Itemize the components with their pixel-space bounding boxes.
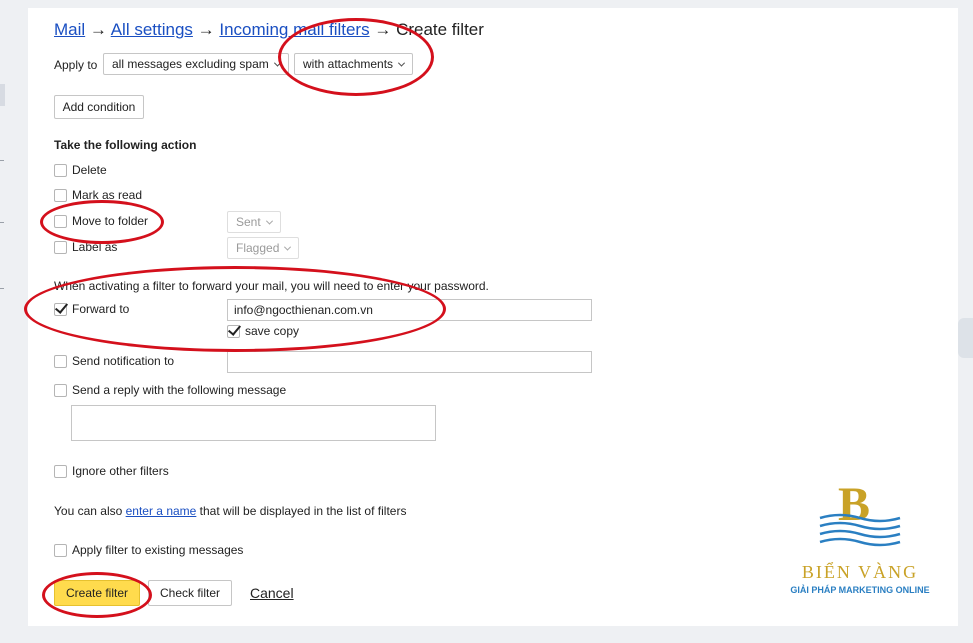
send-notification-option[interactable]: Send notification to bbox=[54, 354, 174, 368]
send-notification-checkbox[interactable] bbox=[54, 354, 67, 368]
move-folder-option[interactable]: Move to folder bbox=[54, 214, 148, 228]
sidebar-divider bbox=[0, 288, 4, 289]
send-reply-label: Send a reply with the following message bbox=[72, 383, 287, 397]
filter-name-note-prefix: You can also bbox=[54, 504, 126, 518]
sidebar-divider bbox=[0, 160, 4, 161]
label-value: Flagged bbox=[236, 241, 280, 255]
attachments-value: with attachments bbox=[303, 57, 394, 71]
filter-name-note-suffix: that will be displayed in the list of fi… bbox=[196, 504, 407, 518]
page-title: Create filter bbox=[396, 20, 484, 39]
logo-tagline: GIẢI PHÁP MARKETING ONLINE bbox=[790, 585, 930, 595]
ignore-other-checkbox[interactable] bbox=[54, 464, 67, 478]
mark-read-checkbox[interactable] bbox=[54, 188, 67, 202]
apply-existing-label: Apply filter to existing messages bbox=[72, 543, 244, 557]
label-as-checkbox[interactable] bbox=[54, 240, 67, 254]
breadcrumb-arrow: → bbox=[374, 20, 392, 39]
forward-to-checkbox[interactable] bbox=[54, 302, 67, 316]
sidebar-selected-marker bbox=[0, 84, 5, 106]
folder-select[interactable]: Sent bbox=[227, 211, 281, 233]
side-panel-toggle[interactable] bbox=[958, 318, 973, 358]
breadcrumb-incoming-filters-link[interactable]: Incoming mail filters bbox=[219, 20, 369, 39]
waves-logo-icon: B bbox=[819, 478, 901, 547]
send-notification-label: Send notification to bbox=[72, 354, 175, 368]
enter-name-link[interactable]: enter a name bbox=[126, 504, 197, 518]
logo-name: BIỂN VÀNG bbox=[801, 562, 919, 582]
chevron-down-icon bbox=[265, 217, 273, 225]
reply-message-textarea[interactable] bbox=[71, 405, 436, 441]
notification-email-input[interactable] bbox=[227, 351, 592, 373]
breadcrumb: Mail → All settings → Incoming mail filt… bbox=[54, 20, 484, 40]
add-condition-button[interactable]: Add condition bbox=[54, 95, 144, 119]
label-as-option[interactable]: Label as bbox=[54, 240, 117, 254]
filter-name-note: You can also enter a name that will be d… bbox=[54, 504, 406, 518]
save-copy-label: save copy bbox=[245, 324, 300, 338]
delete-checkbox[interactable] bbox=[54, 163, 67, 177]
apply-scope-select[interactable]: all messages excluding spam bbox=[103, 53, 289, 75]
bien-vang-logo: B BIỂN VÀNG GIẢI PHÁP MARKETING ONLINE bbox=[780, 478, 940, 598]
label-select[interactable]: Flagged bbox=[227, 237, 300, 259]
apply-scope-value: all messages excluding spam bbox=[112, 57, 269, 71]
apply-existing-checkbox[interactable] bbox=[54, 543, 67, 557]
chevron-down-icon bbox=[284, 243, 292, 251]
move-folder-checkbox[interactable] bbox=[54, 214, 67, 228]
breadcrumb-arrow: → bbox=[197, 20, 215, 39]
forward-password-note: When activating a filter to forward your… bbox=[54, 279, 489, 293]
cancel-link[interactable]: Cancel bbox=[250, 585, 294, 601]
chevron-down-icon bbox=[398, 59, 406, 67]
mark-read-label: Mark as read bbox=[72, 188, 143, 202]
save-copy-option[interactable]: save copy bbox=[227, 324, 299, 338]
folder-value: Sent bbox=[236, 215, 261, 229]
delete-option[interactable]: Delete bbox=[54, 163, 107, 177]
ignore-other-label: Ignore other filters bbox=[72, 464, 169, 478]
send-reply-option[interactable]: Send a reply with the following message bbox=[54, 383, 286, 397]
actions-heading: Take the following action bbox=[54, 138, 197, 152]
create-filter-button[interactable]: Create filter bbox=[54, 580, 140, 606]
label-as-label: Label as bbox=[72, 240, 118, 254]
move-folder-label: Move to folder bbox=[72, 214, 149, 228]
sidebar-divider bbox=[0, 222, 4, 223]
attachments-select[interactable]: with attachments bbox=[294, 53, 414, 75]
chevron-down-icon bbox=[273, 59, 281, 67]
forward-to-option[interactable]: Forward to bbox=[54, 302, 129, 316]
delete-label: Delete bbox=[72, 163, 107, 177]
ignore-other-option[interactable]: Ignore other filters bbox=[54, 464, 169, 478]
breadcrumb-arrow: → bbox=[89, 20, 107, 39]
forward-email-input[interactable]: info@ngocthienan.com.vn bbox=[227, 299, 592, 321]
breadcrumb-all-settings-link[interactable]: All settings bbox=[111, 20, 193, 39]
apply-to-label: Apply to bbox=[54, 58, 98, 72]
apply-existing-option[interactable]: Apply filter to existing messages bbox=[54, 543, 243, 557]
left-sidebar-strip bbox=[0, 0, 28, 643]
breadcrumb-mail-link[interactable]: Mail bbox=[54, 20, 85, 39]
check-filter-button[interactable]: Check filter bbox=[148, 580, 232, 606]
mark-read-option[interactable]: Mark as read bbox=[54, 188, 142, 202]
forward-to-label: Forward to bbox=[72, 302, 130, 316]
send-reply-checkbox[interactable] bbox=[54, 383, 67, 397]
save-copy-checkbox[interactable] bbox=[227, 324, 240, 338]
